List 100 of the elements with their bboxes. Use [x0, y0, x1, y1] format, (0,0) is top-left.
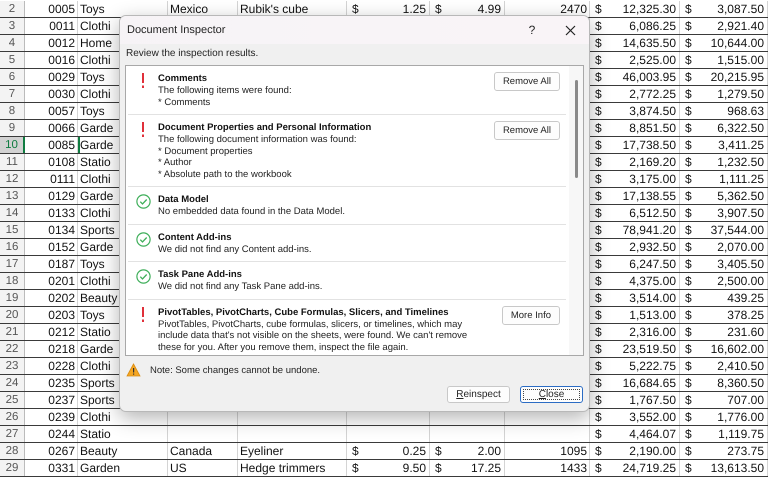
currency-symbol: $	[685, 104, 692, 118]
dialog-button[interactable]: Close	[520, 386, 583, 403]
table-cell: 2,316.00	[629, 325, 676, 339]
row-header[interactable]: 26	[0, 409, 25, 425]
exclamation-icon	[141, 73, 145, 88]
currency-symbol: $	[595, 308, 602, 322]
currency-symbol: $	[595, 121, 602, 135]
table-cell: 16,602.00	[710, 342, 764, 356]
table-cell: 0057	[48, 104, 75, 118]
table-cell: 17.25	[470, 461, 501, 475]
row-header[interactable]: 11	[0, 154, 25, 170]
row-header[interactable]: 9	[0, 120, 25, 136]
row-header[interactable]: 21	[0, 324, 25, 340]
help-button[interactable]: ?	[513, 16, 551, 44]
row-header[interactable]: 25	[0, 392, 25, 408]
table-cell: Rubik's cube	[240, 2, 308, 16]
table-cell: 12,325.30	[622, 2, 676, 16]
close-icon	[564, 24, 576, 36]
currency-symbol: $	[595, 155, 602, 169]
row-header[interactable]: 8	[0, 103, 25, 119]
row-header[interactable]: 4	[0, 35, 25, 51]
currency-symbol: $	[685, 36, 692, 50]
table-cell: Toys	[80, 2, 105, 16]
action-button[interactable]: More Info	[502, 306, 560, 324]
row-header[interactable]: 5	[0, 52, 25, 68]
table-cell: 0066	[48, 121, 75, 135]
row-header[interactable]: 18	[0, 273, 25, 289]
table-cell: 16,684.65	[622, 376, 676, 390]
table-cell: 707.00	[727, 393, 764, 407]
result-title: Comments	[158, 72, 208, 85]
row-header[interactable]: 14	[0, 205, 25, 221]
table-cell: 0203	[48, 308, 75, 322]
table-cell: Statio	[80, 155, 111, 169]
table-cell: 78,941.20	[622, 223, 676, 237]
table-cell: 0129	[48, 189, 75, 203]
row-header[interactable]: 23	[0, 358, 25, 374]
table-cell: Garde	[80, 342, 114, 356]
row-header[interactable]: 6	[0, 69, 25, 85]
currency-symbol: $	[595, 240, 602, 254]
row-header[interactable]: 22	[0, 341, 25, 357]
table-cell: 8,360.50	[717, 376, 764, 390]
exclamation-icon	[141, 122, 145, 137]
table-cell: 0133	[48, 206, 75, 220]
table-cell: Clothi	[80, 410, 111, 424]
table-cell: Beauty	[80, 291, 118, 305]
action-button[interactable]: Remove All	[494, 121, 560, 140]
table-cell: 439.25	[727, 291, 764, 305]
table-cell: 2,070.00	[717, 240, 764, 254]
currency-symbol: $	[685, 172, 692, 186]
row-header[interactable]: 15	[0, 222, 25, 238]
table-cell: 1,119.75	[718, 427, 764, 441]
row-header[interactable]: 12	[0, 171, 25, 187]
table-cell: 17,738.50	[622, 138, 676, 152]
table-cell: 1095	[560, 444, 587, 458]
table-cell: 3,514.00	[629, 291, 676, 305]
currency-symbol: $	[595, 274, 602, 288]
table-cell: Sports	[80, 223, 115, 237]
table-cell: Canada	[170, 444, 212, 458]
table-cell: Clothi	[80, 172, 111, 186]
dialog-button[interactable]: Reinspect	[447, 386, 510, 403]
row-header[interactable]: 10	[0, 137, 25, 153]
currency-symbol: $	[595, 257, 602, 271]
currency-symbol: $	[595, 444, 602, 458]
scrollbar-thumb[interactable]	[574, 80, 578, 178]
row-header[interactable]: 2	[0, 1, 25, 17]
row-header[interactable]: 16	[0, 239, 25, 255]
row-header[interactable]: 17	[0, 256, 25, 272]
table-cell: 0011	[49, 19, 75, 33]
row-header[interactable]: 3	[0, 18, 25, 34]
row-header[interactable]: 7	[0, 86, 25, 102]
table-cell: 1,776.00	[717, 410, 764, 424]
table-cell: Garde	[80, 138, 114, 152]
result-title: Content Add-ins	[158, 230, 233, 244]
table-cell: 6,512.50	[629, 206, 676, 220]
table-cell: 0012	[48, 36, 75, 50]
row-header[interactable]: 28	[0, 443, 25, 459]
table-cell: Garde	[80, 240, 114, 254]
result-title: Data Model	[158, 193, 210, 206]
note-text: Note: Some changes cannot be undone.	[150, 364, 320, 376]
action-button[interactable]: Remove All	[494, 72, 560, 91]
row-header[interactable]: 24	[0, 375, 25, 391]
table-cell: 5,222.75	[629, 359, 676, 373]
table-cell: US	[170, 461, 187, 475]
currency-symbol: $	[435, 461, 442, 475]
row-header[interactable]: 19	[0, 290, 25, 306]
warning-icon	[126, 363, 141, 377]
row-header[interactable]: 29	[0, 460, 25, 476]
currency-symbol: $	[685, 393, 692, 407]
row-header[interactable]: 20	[0, 307, 25, 323]
row-header[interactable]: 27	[0, 426, 25, 442]
currency-symbol: $	[685, 410, 692, 424]
table-cell: 0152	[48, 240, 75, 254]
currency-symbol: $	[595, 19, 602, 33]
result-text: * Absolute path to the workbook	[158, 168, 293, 180]
table-cell: Garde	[80, 121, 114, 135]
row-header[interactable]: 13	[0, 188, 25, 204]
table-cell: 24,719.25	[622, 461, 676, 475]
result-text: We did not find any Task Pane add-ins.	[158, 281, 324, 292]
currency-symbol: $	[352, 444, 359, 458]
currency-symbol: $	[685, 70, 692, 84]
